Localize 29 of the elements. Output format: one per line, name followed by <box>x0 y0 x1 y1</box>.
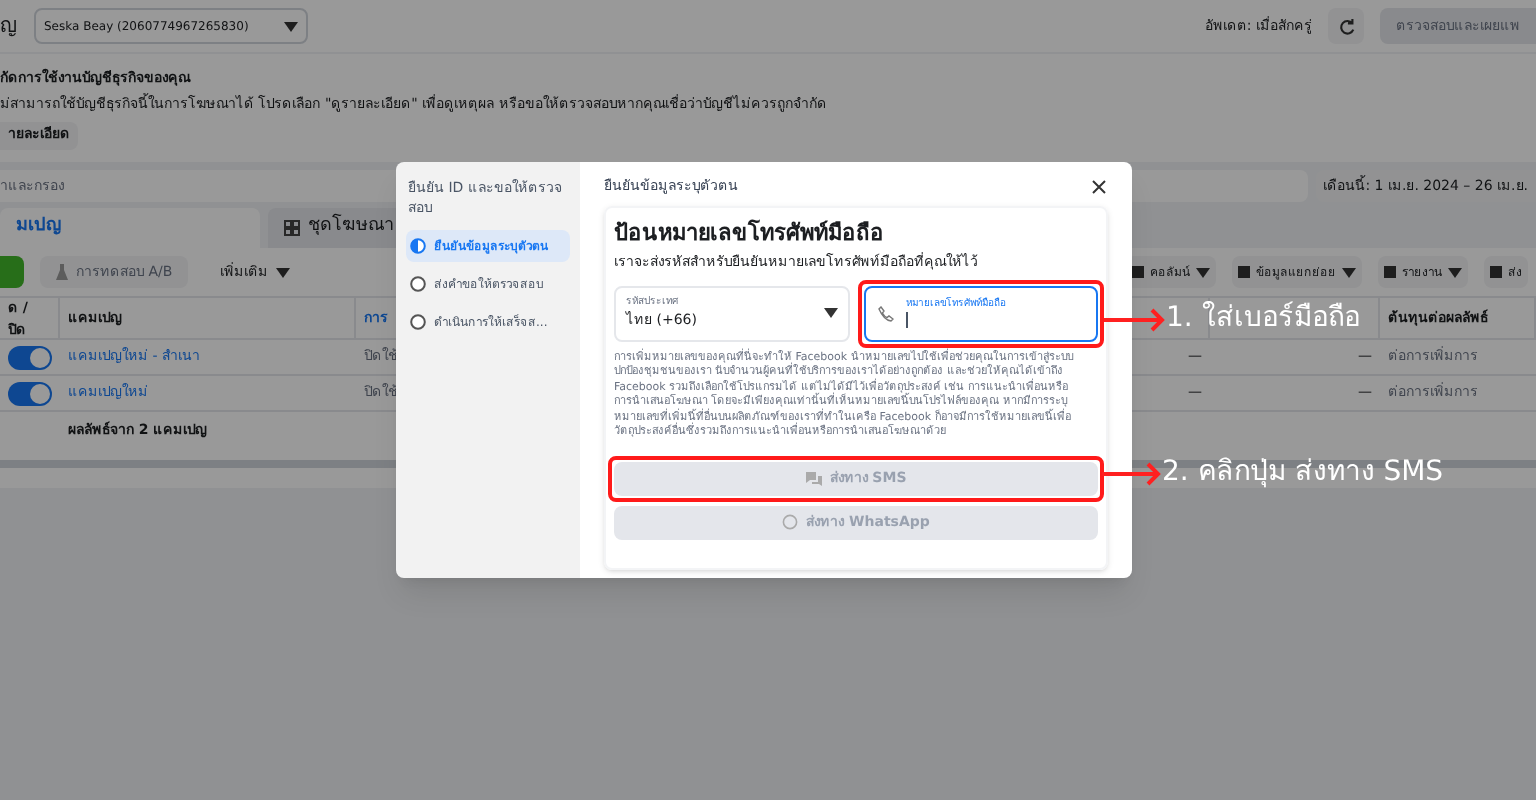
close-icon <box>1092 179 1106 193</box>
toolbar-icon <box>1238 266 1250 278</box>
caret-icon <box>276 267 291 277</box>
step-status-icon <box>410 238 426 254</box>
caret-icon <box>824 308 838 318</box>
caret-icon <box>1196 267 1210 277</box>
step-status-icon <box>410 314 426 330</box>
annotation-text: 2. คลิกปุ่ม ส่งทาง SMS <box>1162 454 1444 492</box>
phone-icon <box>878 305 894 321</box>
toolbar-icon <box>1490 266 1502 278</box>
grid-icon <box>284 220 300 236</box>
annotation-text: 1. ใส่เบอร์มือถือ <box>1166 299 1360 338</box>
step-status-icon <box>410 276 426 292</box>
toolbar-icon <box>1384 266 1396 278</box>
close-button[interactable] <box>1090 177 1108 195</box>
caret-icon <box>1342 267 1356 277</box>
caret-icon <box>1448 267 1462 277</box>
caret-icon <box>284 21 298 31</box>
toggle-switch[interactable] <box>8 345 52 369</box>
flask-icon <box>56 264 68 280</box>
page-title: ญ <box>0 13 18 41</box>
refresh-icon <box>1337 17 1355 35</box>
tab[interactable]: มเปญ <box>0 208 260 248</box>
toggle-switch[interactable] <box>8 381 52 405</box>
form-heading: ป้อนหมายเลขโทรศัพท์มือถือ <box>614 220 886 248</box>
refresh-button[interactable] <box>1328 8 1364 44</box>
create-button[interactable] <box>0 256 24 288</box>
chat-bubbles-icon <box>805 471 822 485</box>
toolbar-icon <box>1132 266 1144 278</box>
